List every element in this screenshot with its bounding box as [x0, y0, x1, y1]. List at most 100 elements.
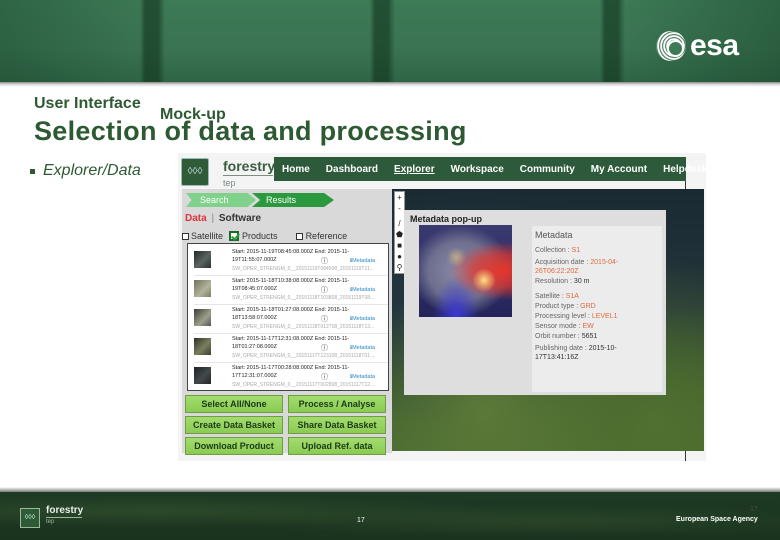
filter-checkboxes: Satellite Products Reference [182, 231, 347, 241]
filter-products-label: Products [242, 231, 278, 241]
result-end-time: 18T13:58:07.000Z [232, 315, 277, 321]
share-data-basket-button[interactable]: Share Data Basket [288, 416, 386, 434]
filter-reference-label: Reference [305, 231, 348, 241]
draw-line-icon[interactable]: / [398, 218, 400, 229]
header-divider [0, 82, 780, 87]
results-list[interactable]: Start: 2015-11-19T08:45:08.000Z End: 201… [187, 243, 389, 391]
nav-community[interactable]: Community [512, 164, 583, 175]
meta-orbit-number: Orbit number : 5651 [535, 333, 598, 340]
result-product-id: SW_OPER_STRENGM_0__20151118T012708_20151… [232, 324, 375, 330]
products-checkbox[interactable] [229, 231, 240, 241]
info-icon[interactable]: ⓘ [321, 285, 328, 295]
tab-software[interactable]: Software [219, 213, 261, 224]
forestry-drops-icon: ◊◊◊ [181, 158, 209, 186]
app-logo-name: forestry [223, 158, 276, 174]
results-panel: Search Results Data | Software Satellite… [182, 189, 392, 455]
info-icon[interactable]: ⓘ [321, 343, 328, 353]
esa-logo: esa [656, 28, 739, 64]
draw-polygon-icon[interactable]: ⬟ [396, 229, 403, 240]
meta-resolution: Resolution : 30 m [535, 278, 590, 285]
reference-checkbox[interactable] [295, 232, 303, 240]
app-logo-underline [223, 175, 273, 176]
result-row[interactable]: Start: 2015-11-17T00:28:08.000Z End: 201… [194, 364, 388, 390]
result-end-time: 17T12:31:07.000Z [232, 373, 277, 379]
result-row[interactable]: Start: 2015-11-18T10:38:08.000Z End: 201… [194, 277, 388, 305]
result-thumbnail [194, 280, 211, 297]
process-analyse-button[interactable]: Process / Analyse [288, 395, 386, 413]
select-all-none-button[interactable]: Select All/None [185, 395, 283, 413]
step-search[interactable]: Search [186, 193, 256, 207]
esa-logo-text: esa [690, 29, 739, 62]
nav-dashboard[interactable]: Dashboard [318, 164, 386, 175]
draw-circle-icon[interactable]: ● [397, 251, 402, 262]
data-software-tabs: Data | Software [185, 213, 261, 224]
metadata-link[interactable]: ℹMetadata [350, 316, 375, 322]
meta-product-type: Product type : GRD [535, 303, 596, 310]
upload-ref-data-button[interactable]: Upload Ref. data [288, 437, 386, 455]
nav-explorer[interactable]: Explorer [386, 164, 443, 175]
info-icon[interactable]: ⓘ [321, 372, 328, 382]
result-product-id: SW_OPER_STRENGM_0__20151118T103808_20151… [232, 295, 375, 301]
product-preview-image [419, 225, 512, 317]
draw-rectangle-icon[interactable]: ■ [397, 240, 402, 251]
satellite-checkbox[interactable] [182, 232, 189, 240]
nav-workspace[interactable]: Workspace [443, 164, 512, 175]
metadata-heading: Metadata [535, 230, 573, 240]
bullet-text: Explorer/Data [43, 162, 141, 179]
metadata-link[interactable]: ℹMetadata [350, 374, 375, 380]
main-nav: Home Dashboard Explorer Workspace Commun… [274, 157, 708, 181]
result-end-time: 19T08:45:07.000Z [232, 286, 277, 292]
nav-helpdesk[interactable]: Helpdesk [655, 164, 715, 175]
result-row[interactable]: Start: 2015-11-19T08:45:08.000Z End: 201… [194, 248, 388, 276]
result-end-time: 19T11:55:07.000Z [232, 257, 277, 263]
bullet-item: Explorer/Data [30, 162, 141, 180]
meta-publishing-date: Publishing date : 2015-10-17T13:41:16Z [535, 345, 617, 361]
result-row[interactable]: Start: 2015-11-17T12:31:08.000Z End: 201… [194, 335, 388, 363]
metadata-popup: Metadata pop-up Metadata Collection : S1… [404, 210, 666, 395]
meta-collection: Collection : S1 [535, 247, 581, 254]
slide-heading: Selection of data and processing [34, 116, 467, 146]
bullet-icon [30, 168, 35, 174]
app-logo-sub: tep [223, 178, 236, 188]
result-thumbnail [194, 251, 211, 268]
filter-satellite[interactable]: Satellite [182, 231, 223, 241]
tab-data[interactable]: Data [185, 213, 207, 224]
metadata-link[interactable]: ℹMetadata [350, 287, 375, 293]
result-row[interactable]: Start: 2015-11-18T01:27:08.000Z End: 201… [194, 306, 388, 334]
footer-logo-underline [46, 517, 82, 518]
nav-home[interactable]: Home [274, 164, 318, 175]
result-time-range: Start: 2015-11-18T10:38:08.000Z End: 201… [232, 278, 350, 284]
zoom-out-icon[interactable]: - [398, 203, 401, 214]
filter-reference[interactable]: Reference [295, 231, 348, 241]
metadata-link[interactable]: ℹMetadata [350, 345, 375, 351]
action-buttons: Select All/None Process / Analyse Create… [185, 395, 389, 455]
result-product-id: SW_OPER_STRENGM_0__20151117T002808_20151… [232, 382, 375, 388]
meta-acquisition-date: Acquisition date : 2015-04-26T06:22:20Z [535, 259, 619, 275]
metadata-box: Metadata Collection : S1 Acquisition dat… [532, 226, 662, 392]
meta-sensor-mode: Sensor mode : EW [535, 323, 594, 330]
download-product-button[interactable]: Download Product [185, 437, 283, 455]
result-end-time: 18T01:27:08.000Z [232, 344, 277, 350]
result-time-range: Start: 2015-11-19T08:45:08.000Z End: 201… [232, 249, 350, 255]
filter-satellite-label: Satellite [191, 231, 224, 241]
place-marker-icon[interactable]: ⚲ [397, 262, 403, 273]
forestry-drops-icon: ◊◊◊ [20, 508, 40, 528]
app-mockup: ◊◊◊ forestry tep Home Dashboard Explorer… [178, 153, 708, 461]
nav-my-account[interactable]: My Account [583, 164, 655, 175]
info-icon[interactable]: ⓘ [321, 256, 328, 266]
zoom-in-icon[interactable]: + [397, 192, 402, 203]
result-thumbnail [194, 309, 211, 326]
footer-bar: ◊◊◊ forestry tep [0, 492, 780, 540]
filter-products[interactable]: Products [229, 231, 278, 241]
page-number: 17 [357, 517, 365, 524]
result-product-id: SW_OPER_STRENGM_0__20151117T123108_20151… [232, 353, 375, 359]
create-data-basket-button[interactable]: Create Data Basket [185, 416, 283, 434]
info-icon[interactable]: ⓘ [321, 314, 328, 324]
metadata-link[interactable]: ℹMetadata [350, 258, 375, 264]
result-time-range: Start: 2015-11-18T01:27:08.000Z End: 201… [232, 307, 350, 313]
app-logo[interactable]: ◊◊◊ forestry tep [181, 158, 275, 192]
step-results[interactable]: Results [252, 193, 334, 207]
page-number-right: 17 [750, 506, 758, 513]
result-time-range: Start: 2015-11-17T00:28:08.000Z End: 201… [232, 365, 350, 371]
popup-title: Metadata pop-up [410, 214, 482, 224]
